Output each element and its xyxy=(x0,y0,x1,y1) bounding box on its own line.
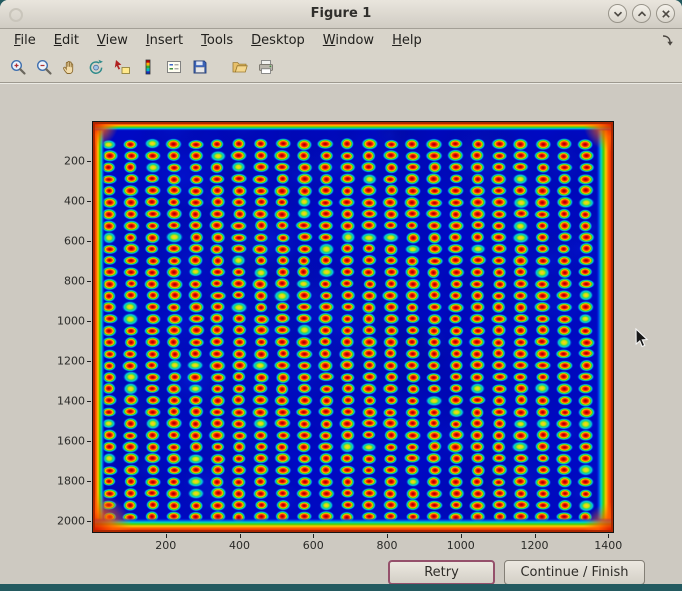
tick-label: 1400 xyxy=(594,539,622,552)
pan-hand-icon xyxy=(61,58,79,76)
rotate-3d-button[interactable] xyxy=(84,56,108,78)
tick-label: 1000 xyxy=(57,315,85,328)
tick-label: 400 xyxy=(229,539,250,552)
printer-icon xyxy=(257,58,275,76)
menu-desktop[interactable]: Desktop xyxy=(242,31,314,50)
tick-mark xyxy=(87,321,91,322)
window-title: Figure 1 xyxy=(311,0,372,28)
menu-edit[interactable]: Edit xyxy=(45,31,88,50)
colorbar-icon xyxy=(139,58,157,76)
tick-mark xyxy=(240,534,241,538)
menu-window[interactable]: Window xyxy=(314,31,383,50)
retry-button[interactable]: Retry xyxy=(388,560,495,584)
rotate-3d-icon xyxy=(87,58,105,76)
heatmap-image[interactable] xyxy=(93,122,613,532)
window-controls xyxy=(608,4,675,23)
dock-figure-icon[interactable] xyxy=(660,33,674,47)
tick-mark xyxy=(313,534,314,538)
tick-mark xyxy=(87,281,91,282)
tick-mark xyxy=(87,521,91,522)
tick-label: 1200 xyxy=(57,355,85,368)
save-figure-button[interactable] xyxy=(188,56,212,78)
figure-canvas-area: 200 400 600 800 1000 1200 1400 1600 1800 2000 200 4… xyxy=(0,82,682,584)
tick-mark xyxy=(608,534,609,538)
tick-label: 800 xyxy=(377,539,398,552)
tick-mark xyxy=(87,201,91,202)
tick-label: 800 xyxy=(64,275,85,288)
tick-mark xyxy=(87,401,91,402)
tick-label: 200 xyxy=(155,539,176,552)
tick-label: 1600 xyxy=(57,435,85,448)
tick-label: 200 xyxy=(64,155,85,168)
data-cursor-icon xyxy=(113,58,131,76)
tick-mark xyxy=(166,534,167,538)
chevron-down-icon xyxy=(612,8,624,20)
maximize-button[interactable] xyxy=(632,4,651,23)
tick-label: 600 xyxy=(303,539,324,552)
legend-icon xyxy=(165,58,183,76)
window-menu-icon[interactable] xyxy=(9,8,23,22)
tick-mark xyxy=(87,241,91,242)
data-cursor-button[interactable] xyxy=(110,56,134,78)
figure-window: Figure 1 File Edit View Insert Tools Des… xyxy=(0,0,682,584)
close-icon xyxy=(660,8,672,20)
insert-legend-button[interactable] xyxy=(162,56,186,78)
zoom-in-icon xyxy=(9,58,27,76)
heatmap-plot[interactable] xyxy=(92,121,614,533)
close-button[interactable] xyxy=(656,4,675,23)
continue-finish-button[interactable]: Continue / Finish xyxy=(504,560,645,584)
titlebar[interactable]: Figure 1 xyxy=(0,0,682,29)
pan-button[interactable] xyxy=(58,56,82,78)
tick-mark xyxy=(87,361,91,362)
chevron-up-icon xyxy=(636,8,648,20)
mouse-cursor xyxy=(635,328,650,349)
menu-bar: File Edit View Insert Tools Desktop Wind… xyxy=(0,29,682,52)
zoom-out-button[interactable] xyxy=(32,56,56,78)
tick-mark xyxy=(461,534,462,538)
zoom-in-button[interactable] xyxy=(6,56,30,78)
menu-view[interactable]: View xyxy=(88,31,137,50)
zoom-out-icon xyxy=(35,58,53,76)
tick-mark xyxy=(535,534,536,538)
tick-label: 2000 xyxy=(57,515,85,528)
tick-label: 600 xyxy=(64,235,85,248)
menu-help[interactable]: Help xyxy=(383,31,431,50)
tick-label: 1200 xyxy=(521,539,549,552)
tick-label: 1400 xyxy=(57,395,85,408)
toolbar xyxy=(0,52,682,82)
menu-insert[interactable]: Insert xyxy=(137,31,192,50)
save-icon xyxy=(191,58,209,76)
menu-tools[interactable]: Tools xyxy=(192,31,242,50)
tick-mark xyxy=(87,441,91,442)
open-folder-icon xyxy=(231,58,249,76)
tick-label: 1800 xyxy=(57,475,85,488)
menu-file[interactable]: File xyxy=(5,31,45,50)
tick-label: 1000 xyxy=(447,539,475,552)
insert-colorbar-button[interactable] xyxy=(136,56,160,78)
minimize-button[interactable] xyxy=(608,4,627,23)
tick-mark xyxy=(87,161,91,162)
tick-mark xyxy=(87,481,91,482)
print-figure-button[interactable] xyxy=(254,56,278,78)
tick-mark xyxy=(387,534,388,538)
open-file-button[interactable] xyxy=(228,56,252,78)
tick-label: 400 xyxy=(64,195,85,208)
